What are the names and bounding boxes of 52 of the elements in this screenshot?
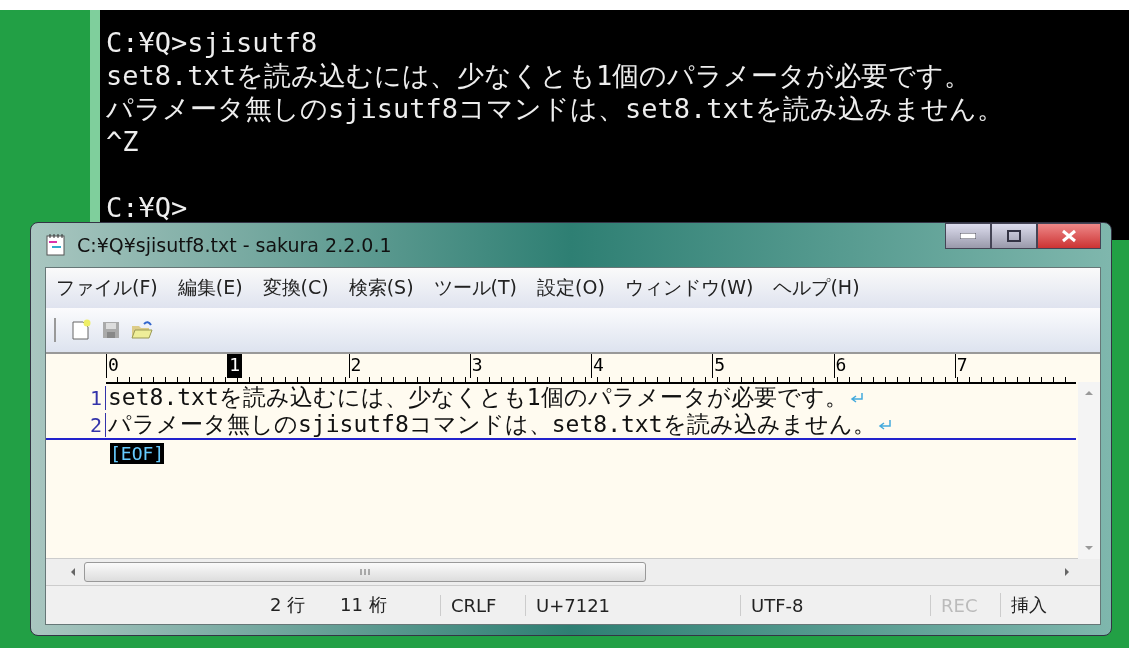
console-line: パラメータ無しのsjisutf8コマンドは、set8.txtを読み込みません。 [106, 92, 1006, 125]
text-line: パラメータ無しのsjisutf8コマンドは、set8.txtを読み込みません。 [108, 410, 876, 439]
scroll-up-icon[interactable] [1084, 390, 1094, 396]
line-number: 1 [46, 385, 106, 410]
maximize-icon [1007, 230, 1021, 242]
menu-item[interactable]: 編集(E) [177, 275, 243, 301]
console-line: ^Z [106, 125, 140, 158]
status-field: 挿入 [1000, 593, 1060, 617]
status-field: UTF-8 [740, 594, 930, 616]
text-line: set8.txtを読み込むには、少なくとも1個のパラメータが必要です。 [108, 383, 848, 412]
menu-item[interactable]: 変換(C) [262, 275, 329, 301]
menu-item[interactable]: ファイル(F) [56, 275, 158, 301]
ruler-mark: 6 [833, 354, 955, 378]
new-file-icon[interactable] [70, 319, 92, 341]
close-icon [1061, 229, 1077, 243]
status-field: CRLF [440, 594, 525, 616]
status-field: 11 桁 [330, 593, 440, 617]
ruler-mark: 2 [348, 354, 470, 378]
scroll-right-icon[interactable] [1064, 567, 1070, 577]
ruler-mark: 3 [469, 354, 591, 378]
close-button[interactable] [1037, 223, 1101, 249]
return-mark-icon [877, 418, 892, 431]
window-title: C:¥Q¥sjisutf8.txt - sakura 2.2.0.1 [77, 234, 392, 256]
console-line: C:¥Q> [106, 191, 189, 224]
status-field: 2 行 [260, 593, 330, 617]
menu-item[interactable]: ウィンドウ(W) [624, 275, 754, 301]
line-number: 2 [46, 412, 106, 437]
eof-marker: [EOF] [110, 443, 165, 464]
minimize-icon [960, 233, 976, 239]
scroll-left-icon[interactable] [70, 567, 76, 577]
scroll-thumb[interactable] [84, 562, 646, 582]
menu-item[interactable]: ヘルプ(H) [773, 275, 860, 301]
ruler-mark: 7 [954, 354, 1076, 378]
notepad-icon [45, 233, 67, 257]
console-line: set8.txtを読み込むには、少なくとも1個のパラメータが必要です。 [106, 59, 973, 92]
grip-icon [358, 569, 372, 575]
console-line: C:¥Q>sjisutf8 [106, 26, 319, 59]
maximize-button[interactable] [991, 223, 1037, 249]
return-mark-icon [849, 391, 864, 404]
menu-item[interactable]: ツール(T) [433, 275, 518, 301]
horizontal-scrollbar[interactable] [46, 558, 1100, 585]
ruler-mark: 5 [712, 354, 834, 378]
ruler-mark: 4 [591, 354, 713, 378]
save-icon[interactable] [100, 319, 122, 341]
folder-icon[interactable] [130, 319, 154, 341]
minimize-button[interactable] [945, 223, 991, 249]
menu-item[interactable]: 設定(O) [537, 275, 605, 301]
vertical-scrollbar[interactable] [1078, 382, 1100, 559]
ruler-mark: 0 [106, 354, 228, 378]
menu-item[interactable]: 検索(S) [348, 275, 414, 301]
scroll-down-icon[interactable] [1084, 545, 1094, 551]
status-field: U+7121 [525, 594, 740, 616]
